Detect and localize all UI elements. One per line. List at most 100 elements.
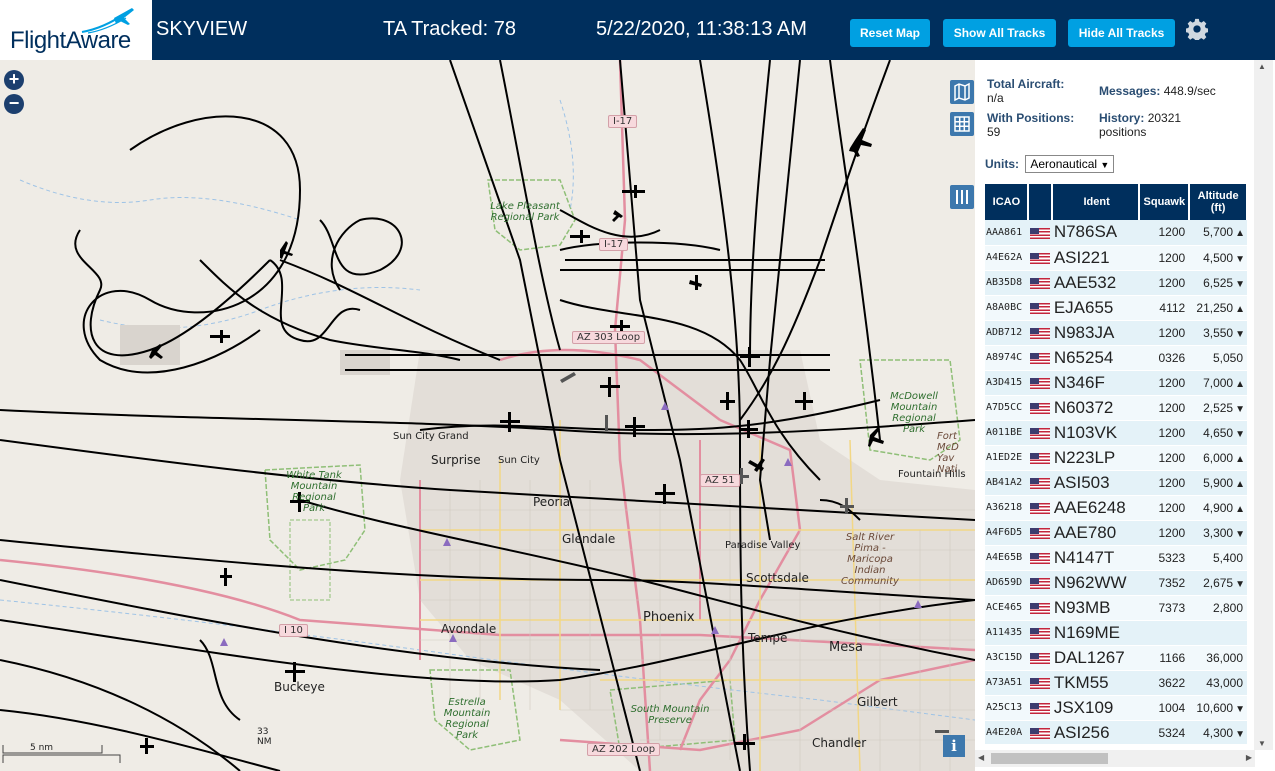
cell-ident: N93MB: [1051, 595, 1140, 621]
map-view[interactable]: Phoenix Peoria Glendale Scottsdale Parad…: [0, 60, 975, 771]
table-row[interactable]: A1ED2E N223LP 1200 6,000 ▲: [985, 445, 1247, 471]
park-label-lake-pleasant: Lake Pleasant Regional Park: [490, 201, 560, 223]
reset-map-button[interactable]: Reset Map: [850, 19, 930, 47]
scale-label-top: 5 nm: [30, 743, 54, 753]
shield-i17-south: I-17: [599, 238, 629, 251]
scroll-left-icon[interactable]: ◀: [978, 753, 984, 762]
panel-horizontal-scrollbar[interactable]: ◀ ▶: [975, 750, 1255, 767]
hide-all-tracks-button[interactable]: Hide All Tracks: [1068, 19, 1175, 47]
label-fort-mcdowell: Fort McD Yav Nati: [937, 431, 959, 475]
cell-altitude: 5,400: [1189, 545, 1247, 571]
table-row[interactable]: A8A0BC EJA655 4112 21,250 ▲: [985, 295, 1247, 321]
map-layers-icon[interactable]: [950, 80, 974, 104]
zoom-in-button[interactable]: +: [4, 70, 24, 90]
us-flag-icon: [1029, 652, 1050, 664]
horizontal-scroll-thumb[interactable]: [991, 753, 1108, 764]
cell-altitude: 10,600 ▼: [1189, 695, 1247, 721]
altitude-value: 6,000: [1203, 450, 1234, 465]
aircraft-table-container[interactable]: ICAO Ident Squawk Altitude (ft) AAA861 N7…: [985, 184, 1248, 744]
cell-squawk: 7373: [1139, 595, 1190, 621]
flightaware-logo[interactable]: FlightAware: [0, 0, 152, 60]
table-row[interactable]: ACE465 N93MB 7373 2,800: [985, 595, 1247, 621]
altitude-value: 7,000: [1203, 375, 1234, 390]
table-row[interactable]: A25C13 JSX109 1004 10,600 ▼: [985, 695, 1247, 721]
altitude-trend-icon: ▲: [1235, 503, 1245, 515]
table-row[interactable]: A3C15D DAL1267 1166 36,000: [985, 645, 1247, 671]
table-row[interactable]: AB41A2 ASI503 1200 5,900 ▲: [985, 470, 1247, 496]
col-header-squawk[interactable]: Squawk: [1139, 184, 1191, 220]
cell-icao: A4F6D5: [985, 520, 1028, 546]
table-row[interactable]: A4E65B N4147T 5323 5,400: [985, 545, 1247, 571]
park-label-mcdowell: McDowell Mountain Regional Park: [890, 391, 938, 435]
cell-squawk: 1200: [1139, 245, 1190, 271]
table-row[interactable]: A4E62A ASI221 1200 4,500 ▼: [985, 245, 1247, 271]
city-label-gilbert: Gilbert: [857, 695, 898, 709]
aircraft-table: ICAO Ident Squawk Altitude (ft) AAA861 N7…: [985, 184, 1248, 744]
info-button[interactable]: i: [943, 735, 965, 757]
cell-flag: [1027, 620, 1052, 646]
columns-icon[interactable]: [950, 185, 974, 209]
scroll-down-icon[interactable]: ▼: [1258, 739, 1266, 748]
altitude-trend-icon: ▼: [1235, 403, 1245, 415]
units-select[interactable]: Aeronautical ▼: [1025, 155, 1115, 173]
zoom-out-button[interactable]: −: [4, 94, 24, 114]
cell-flag: [1027, 570, 1052, 596]
city-label-avondale: Avondale: [441, 622, 497, 636]
table-row[interactable]: A11435 N169ME: [985, 620, 1247, 646]
gear-icon[interactable]: [1186, 18, 1208, 40]
col-header-ident[interactable]: Ident: [1051, 184, 1141, 220]
table-row[interactable]: A4E20A ASI256 5324 4,300 ▼: [985, 720, 1247, 744]
city-label-scottsdale: Scottsdale: [746, 571, 809, 585]
cell-altitude: 6,000 ▲: [1189, 445, 1247, 471]
table-row[interactable]: AD659D N962WW 7352 2,675 ▼: [985, 570, 1247, 596]
show-all-tracks-button[interactable]: Show All Tracks: [943, 19, 1056, 47]
cell-icao: A1ED2E: [985, 445, 1028, 471]
col-header-icao[interactable]: ICAO: [985, 184, 1029, 220]
total-aircraft-value: n/a: [987, 91, 1004, 105]
with-positions-value: 59: [987, 125, 1001, 139]
cell-squawk: 1200: [1139, 520, 1190, 546]
cell-icao: A7D5CC: [985, 395, 1028, 421]
cell-icao: A25C13: [985, 695, 1028, 721]
scroll-right-icon[interactable]: ▶: [1246, 753, 1252, 762]
cell-icao: ADB712: [985, 320, 1028, 346]
us-flag-icon: [1029, 527, 1050, 539]
scroll-up-icon[interactable]: ▲: [1258, 62, 1266, 71]
cell-icao: A3D415: [985, 370, 1028, 396]
cell-ident: EJA655: [1051, 295, 1140, 321]
flight-tracks-layer: [0, 60, 975, 771]
table-row[interactable]: A3D415 N346F 1200 7,000 ▲: [985, 370, 1247, 396]
col-header-flag[interactable]: [1027, 184, 1053, 220]
units-select-value: Aeronautical: [1030, 157, 1098, 171]
cell-icao: A4E20A: [985, 720, 1028, 744]
table-row[interactable]: A8974C N65254 0326 5,050: [985, 345, 1247, 371]
cell-icao: AAA861: [985, 220, 1028, 246]
table-row[interactable]: A73A51 TKM55 3622 43,000: [985, 670, 1247, 696]
cell-flag: [1027, 370, 1052, 396]
altitude-trend-icon: ▲: [1235, 453, 1245, 465]
grid-icon[interactable]: [950, 112, 974, 136]
table-row[interactable]: AB35D8 AAE532 1200 6,525 ▼: [985, 270, 1247, 296]
history-label: History:: [1099, 111, 1145, 125]
us-flag-icon: [1029, 502, 1050, 514]
cell-flag: [1027, 645, 1052, 671]
table-row[interactable]: A36218 AAE6248 1200 4,900 ▲: [985, 495, 1247, 521]
cell-altitude: 4,900 ▲: [1189, 495, 1247, 521]
table-row[interactable]: A7D5CC N60372 1200 2,525 ▼: [985, 395, 1247, 421]
table-row[interactable]: A011BE N103VK 1200 4,650 ▼: [985, 420, 1247, 446]
messages-value: 448.9/sec: [1163, 84, 1216, 98]
table-row[interactable]: AAA861 N786SA 1200 5,700 ▲: [985, 220, 1247, 246]
cell-ident: N4147T: [1051, 545, 1140, 571]
cell-altitude: 5,900 ▲: [1189, 470, 1247, 496]
panel-vertical-scrollbar[interactable]: ▲ ▼: [1254, 60, 1273, 750]
shield-az303: AZ 303 Loop: [572, 331, 646, 344]
with-positions-stat: With Positions: 59: [987, 111, 1074, 139]
cell-squawk: 5323: [1139, 545, 1190, 571]
altitude-trend-icon: ▲: [1235, 378, 1245, 390]
table-row[interactable]: A4F6D5 AAE780 1200 3,300 ▼: [985, 520, 1247, 546]
table-row[interactable]: ADB712 N983JA 1200 3,550 ▼: [985, 320, 1247, 346]
skyview-app: FlightAware SKYVIEW TA Tracked: 78 5/22/…: [0, 0, 1275, 771]
us-flag-icon: [1029, 227, 1050, 239]
col-header-altitude[interactable]: Altitude (ft): [1189, 184, 1248, 220]
cell-flag: [1027, 245, 1052, 271]
